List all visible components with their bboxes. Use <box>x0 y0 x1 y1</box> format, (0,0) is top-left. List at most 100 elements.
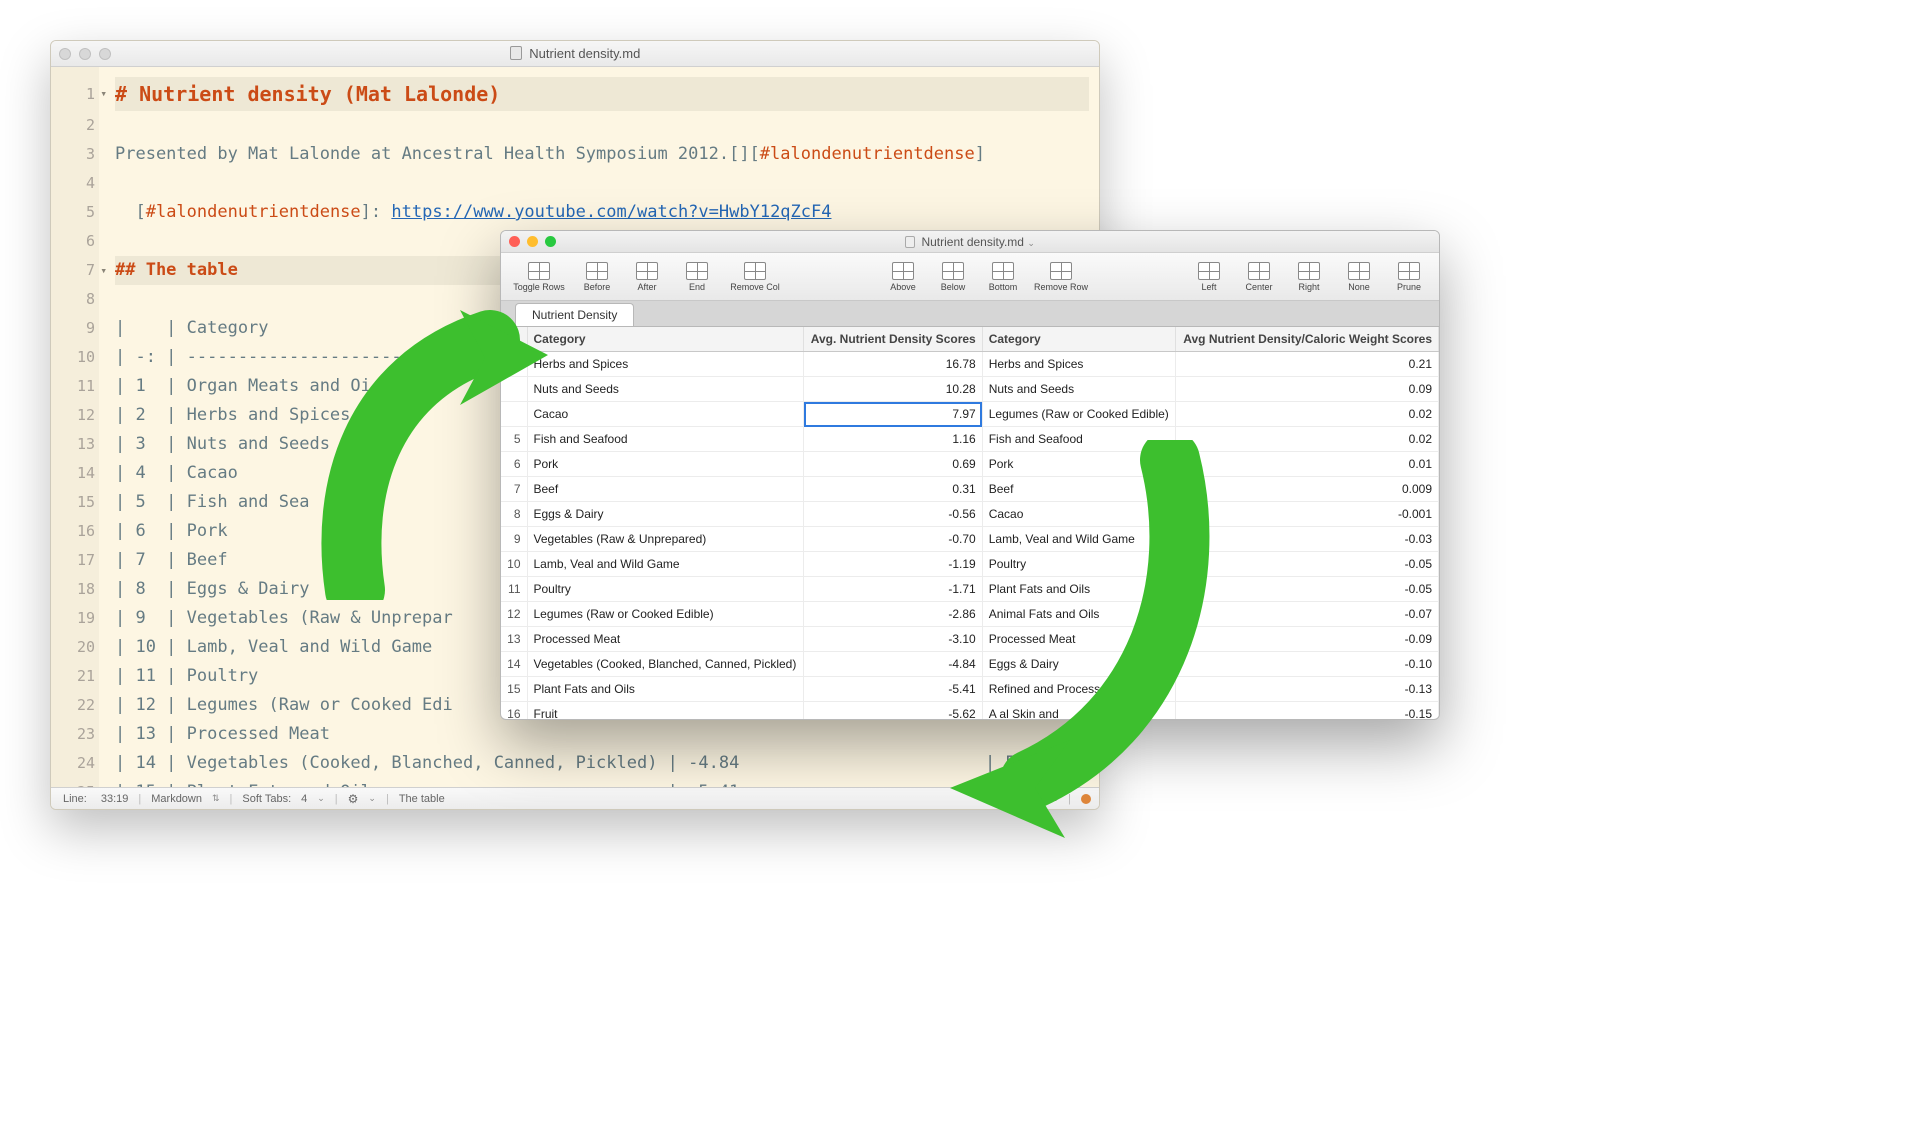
table-row[interactable]: 13Processed Meat-3.10Processed Meat-0.09 <box>501 627 1439 652</box>
before-button[interactable]: Before <box>573 255 621 299</box>
table-cell[interactable]: 1.16 <box>804 427 983 452</box>
table-cell[interactable]: 7 <box>501 477 527 502</box>
table-cell[interactable]: Fish and Seafood <box>982 427 1176 452</box>
table-cell[interactable]: Beef <box>982 477 1176 502</box>
table-cell[interactable]: Fish and Seafood <box>527 427 804 452</box>
table-row[interactable]: Cacao7.97Legumes (Raw or Cooked Edible)0… <box>501 402 1439 427</box>
table-cell[interactable]: 9 <box>501 527 527 552</box>
table-cell[interactable]: Processed Meat <box>982 627 1176 652</box>
column-header[interactable] <box>501 327 527 352</box>
table-cell[interactable]: 10.28 <box>804 377 983 402</box>
status-section[interactable]: The table <box>399 793 445 805</box>
table-cell[interactable]: Fruit <box>527 702 804 720</box>
status-updown-icon[interactable]: ⇅ <box>1051 793 1059 804</box>
table-row[interactable]: 6Pork0.69Pork0.01 <box>501 452 1439 477</box>
toggle-rows-button[interactable]: Toggle Rows <box>507 255 571 299</box>
table-cell[interactable]: Vegetables (Cooked, Blanched, Canned, Pi… <box>527 652 804 677</box>
table-cell[interactable]: 16 <box>501 702 527 720</box>
code-line[interactable] <box>115 169 1089 198</box>
line-number[interactable]: 10 <box>51 343 99 372</box>
line-number[interactable]: 23 <box>51 720 99 749</box>
status-dot[interactable] <box>1081 794 1091 804</box>
right-button[interactable]: Right <box>1285 255 1333 299</box>
table-cell[interactable]: Poultry <box>527 577 804 602</box>
line-number[interactable]: 9 <box>51 314 99 343</box>
line-number[interactable]: 5 <box>51 198 99 227</box>
line-number[interactable]: 2 <box>51 111 99 140</box>
table-cell[interactable]: Beef <box>527 477 804 502</box>
table-cell[interactable]: 0.09 <box>1176 377 1439 402</box>
line-number[interactable]: 13 <box>51 430 99 459</box>
gear-icon[interactable]: ⚙ <box>348 792 359 806</box>
fold-marker-icon[interactable]: ▾ <box>100 77 107 111</box>
table-cell[interactable]: Lamb, Veal and Wild Game <box>527 552 804 577</box>
table-data-grid[interactable]: CategoryAvg. Nutrient Density ScoresCate… <box>501 327 1439 719</box>
chevron-down-icon[interactable]: ⌄ <box>1027 238 1035 248</box>
window-close-button[interactable] <box>59 48 71 60</box>
table-cell[interactable]: Eggs & Dairy <box>527 502 804 527</box>
table-cell[interactable]: -1.71 <box>804 577 983 602</box>
table-cell[interactable]: 6 <box>501 452 527 477</box>
table-cell[interactable]: Poultry <box>982 552 1176 577</box>
table-cell[interactable]: 0.69 <box>804 452 983 477</box>
table-row[interactable]: 5Fish and Seafood1.16Fish and Seafood0.0… <box>501 427 1439 452</box>
table-cell[interactable]: 0.009 <box>1176 477 1439 502</box>
column-header[interactable]: Category <box>527 327 804 352</box>
table-cell[interactable]: 5 <box>501 427 527 452</box>
code-line[interactable]: Presented by Mat Lalonde at Ancestral He… <box>115 140 1089 169</box>
table-cell[interactable]: 16.78 <box>804 352 983 377</box>
code-line[interactable] <box>115 111 1089 140</box>
after-button[interactable]: After <box>623 255 671 299</box>
table-cell[interactable]: A al Skin and <box>982 702 1176 720</box>
table-cell[interactable]: Herbs and Spices <box>527 352 804 377</box>
end-button[interactable]: End <box>673 255 721 299</box>
line-number[interactable]: 14 <box>51 459 99 488</box>
table-cell[interactable]: -4.84 <box>804 652 983 677</box>
line-number[interactable]: 24 <box>51 749 99 778</box>
status-dropdown-icon[interactable]: ⇅ <box>212 793 220 804</box>
column-header[interactable]: Avg. Nutrient Density Scores <box>804 327 983 352</box>
table-cell[interactable]: -2.86 <box>804 602 983 627</box>
line-number[interactable]: 25 <box>51 778 99 787</box>
line-number[interactable]: 3 <box>51 140 99 169</box>
line-number[interactable]: 16 <box>51 517 99 546</box>
table-titlebar[interactable]: Nutrient density.md ⌄ <box>501 231 1439 253</box>
table-cell[interactable]: Legumes (Raw or Cooked Edible) <box>527 602 804 627</box>
fold-marker-icon[interactable]: ▾ <box>100 256 107 285</box>
line-number[interactable]: 4 <box>51 169 99 198</box>
code-line[interactable]: | 13 | Processed Meat <box>115 720 1089 749</box>
line-number[interactable]: 22 <box>51 691 99 720</box>
table-cell[interactable]: -0.15 <box>1176 702 1439 720</box>
table-cell[interactable]: 0.02 <box>1176 402 1439 427</box>
bottom-button[interactable]: Bottom <box>979 255 1027 299</box>
column-header[interactable]: Category <box>982 327 1176 352</box>
none-button[interactable]: None <box>1335 255 1383 299</box>
table-cell[interactable]: 0.31 <box>804 477 983 502</box>
table-row[interactable]: 9Vegetables (Raw & Unprepared)-0.70Lamb,… <box>501 527 1439 552</box>
left-button[interactable]: Left <box>1185 255 1233 299</box>
line-number[interactable]: 12 <box>51 401 99 430</box>
table-cell[interactable]: -0.10 <box>1176 652 1439 677</box>
editor-titlebar[interactable]: Nutrient density.md <box>51 41 1099 67</box>
table-cell[interactable]: -5.62 <box>804 702 983 720</box>
status-language[interactable]: Markdown <box>151 793 202 805</box>
window-close-button[interactable] <box>509 236 520 247</box>
table-cell[interactable]: -3.10 <box>804 627 983 652</box>
table-cell[interactable]: Pork <box>982 452 1176 477</box>
code-line[interactable]: | 15 | Plant Fats and Oils | -5.41 | Ref… <box>115 778 1089 787</box>
table-cell[interactable]: -0.05 <box>1176 552 1439 577</box>
table-cell[interactable]: 2 <box>501 352 527 377</box>
table-cell[interactable]: -0.001 <box>1176 502 1439 527</box>
line-number[interactable]: 18 <box>51 575 99 604</box>
table-cell[interactable]: Cacao <box>527 402 804 427</box>
status-line-pos[interactable]: 33:19 <box>101 793 129 805</box>
code-line[interactable]: | 14 | Vegetables (Cooked, Blanched, Can… <box>115 749 1089 778</box>
window-zoom-button[interactable] <box>545 236 556 247</box>
table-cell[interactable]: Vegetables (Raw & Unprepared) <box>527 527 804 552</box>
window-zoom-button[interactable] <box>99 48 111 60</box>
table-cell[interactable]: 12 <box>501 602 527 627</box>
table-cell[interactable]: 15 <box>501 677 527 702</box>
table-cell[interactable]: Nuts and Seeds <box>982 377 1176 402</box>
table-tab[interactable]: Nutrient Density <box>515 303 634 326</box>
table-cell[interactable]: Nuts and Seeds <box>527 377 804 402</box>
